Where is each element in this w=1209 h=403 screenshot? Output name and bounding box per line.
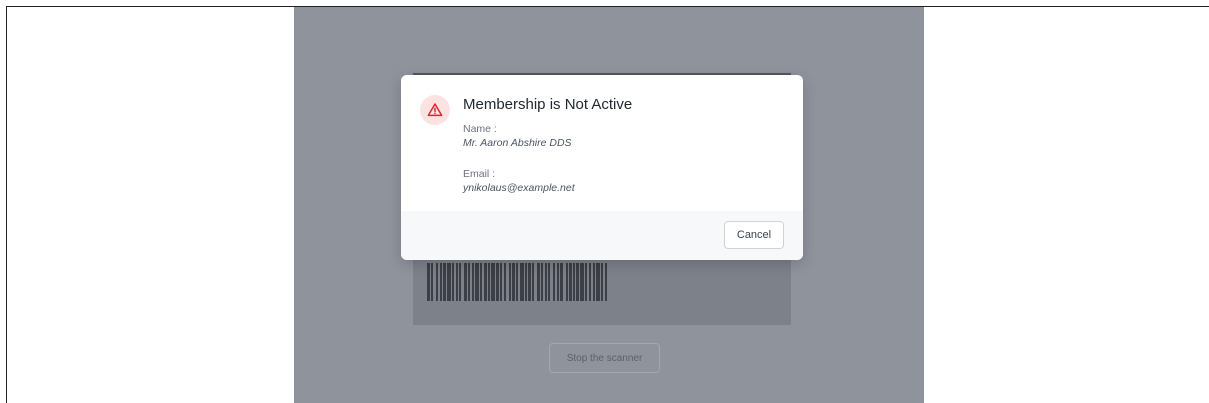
- warning-triangle-icon: [427, 103, 443, 117]
- barcode-image: [427, 263, 733, 301]
- dialog-body: Membership is Not Active Name : Mr. Aaro…: [401, 75, 803, 211]
- name-label: Name :: [463, 123, 497, 135]
- name-value: Mr. Aaron Abshire DDS: [463, 137, 572, 149]
- warning-badge: [420, 95, 450, 125]
- dialog-title: Membership is Not Active: [463, 96, 633, 113]
- email-label: Email :: [463, 168, 496, 180]
- stop-scanner-button[interactable]: Stop the scanner: [549, 343, 660, 373]
- email-value: ynikolaus@example.net: [463, 182, 575, 194]
- membership-dialog: Membership is Not Active Name : Mr. Aaro…: [401, 75, 803, 260]
- cancel-button[interactable]: Cancel: [724, 221, 784, 249]
- dialog-footer: Cancel: [401, 211, 803, 260]
